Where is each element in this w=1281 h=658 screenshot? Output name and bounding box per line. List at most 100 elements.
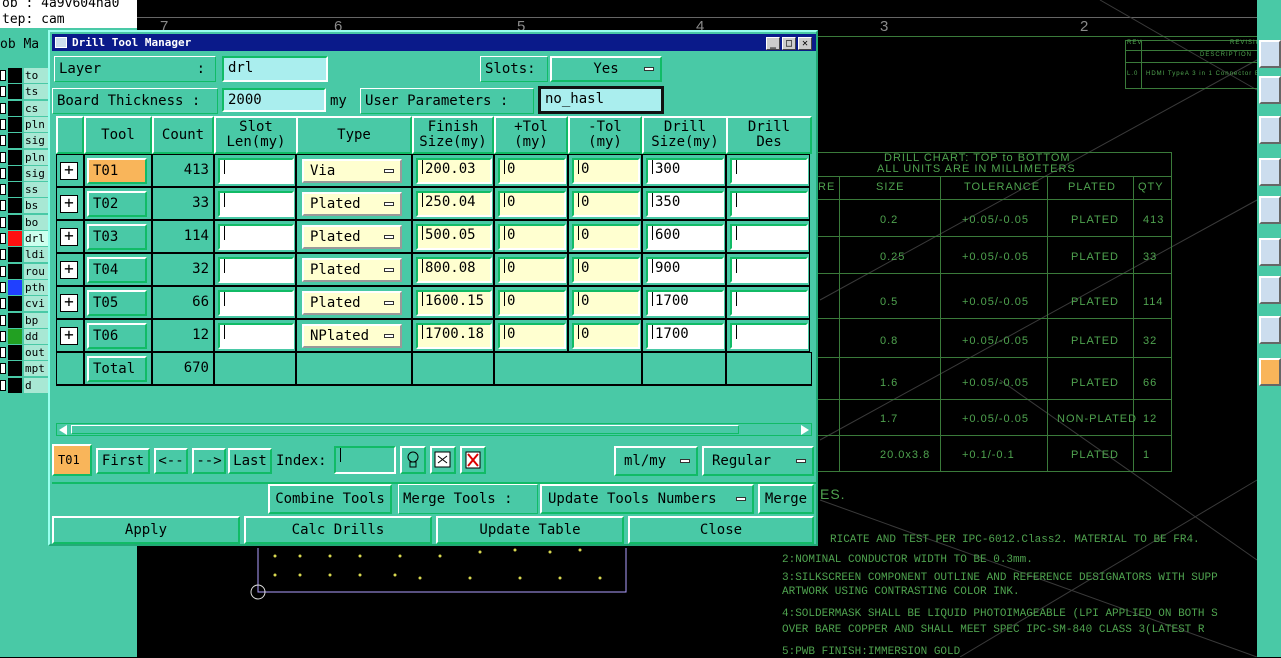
update-table-button[interactable]: Update Table [436,516,624,544]
layer-row[interactable]: sig [0,133,54,149]
layer-checkbox[interactable] [0,118,6,130]
slot-length-field[interactable] [218,257,294,283]
next-button[interactable]: --> [192,448,226,474]
drill-designator-field[interactable] [730,323,808,349]
type-dropdown[interactable]: Via [302,159,402,183]
layer-checkbox[interactable] [0,86,6,98]
layer-name[interactable]: sig [24,133,50,149]
layer-name[interactable]: ss [24,182,50,198]
layer-field[interactable]: drl [222,56,328,82]
minus-tolerance-field[interactable]: 0 [572,191,640,217]
layer-checkbox[interactable] [0,184,6,196]
maximize-icon[interactable]: □ [782,37,796,50]
merge-button[interactable]: Merge [758,484,814,514]
mode-dropdown[interactable]: Regular [702,446,814,476]
draw-icon[interactable] [1259,316,1281,344]
expand-icon[interactable]: + [60,195,78,213]
finish-size-field[interactable]: 800.08 [416,257,492,283]
layer-name[interactable]: drl [24,231,50,246]
layer-row[interactable]: sig [0,165,54,181]
bulb-icon[interactable] [400,446,426,474]
layer-checkbox[interactable] [0,102,6,114]
tool-button[interactable]: T04 [87,257,147,283]
horizontal-scrollbar[interactable] [56,423,812,436]
tool-button[interactable]: T05 [87,290,147,316]
layer-row[interactable]: pln [0,149,54,165]
layer-checkbox[interactable] [0,135,6,147]
minimize-icon[interactable]: _ [766,37,780,50]
layer-row[interactable]: bp [0,312,54,328]
layer-name[interactable]: rou [24,263,50,279]
drill-size-field[interactable]: 1700 [646,290,724,316]
layer-row[interactable]: out [0,345,54,361]
slot-length-field[interactable] [218,323,294,349]
tool-button[interactable]: T03 [87,224,147,250]
layer-checkbox[interactable] [0,347,6,359]
layer-name[interactable]: d [24,377,50,393]
layer-name[interactable]: pth [24,279,50,295]
layer-checkbox[interactable] [0,249,6,261]
plus-tolerance-field[interactable]: 0 [498,224,566,250]
slot-length-field[interactable] [218,224,294,250]
scrollbar-thumb[interactable] [71,425,739,434]
type-dropdown[interactable]: Plated [302,291,402,315]
layer-name[interactable]: cs [24,100,50,116]
drill-designator-field[interactable] [730,224,808,250]
layer-name[interactable]: mpt [24,361,50,377]
drill-size-field[interactable]: 1700 [646,323,724,349]
layer-row[interactable]: cvi [0,296,54,312]
layer-checkbox[interactable] [0,216,6,228]
layer-name[interactable]: ts [24,84,50,100]
minus-tolerance-field[interactable]: 0 [572,257,640,283]
title-bar[interactable]: Drill Tool Manager _ □ ✕ [52,34,816,51]
transform-icon[interactable] [1259,116,1281,144]
layer-row[interactable]: pln [0,116,54,132]
layer-name[interactable]: to [24,68,50,83]
finish-size-field[interactable]: 500.05 [416,224,492,250]
type-dropdown[interactable]: Plated [302,258,402,282]
combine-tools-button[interactable]: Combine Tools [268,484,392,514]
layer-checkbox[interactable] [0,151,6,163]
type-dropdown[interactable]: Plated [302,192,402,216]
drill-designator-field[interactable] [730,290,808,316]
layer-checkbox[interactable] [0,298,6,310]
layer-checkbox[interactable] [0,281,6,293]
plus-tolerance-field[interactable]: 0 [498,323,566,349]
layer-name[interactable]: out [24,345,50,361]
layer-row[interactable]: dd [0,328,54,344]
layer-row[interactable]: rou [0,263,54,279]
slot-length-field[interactable] [218,191,294,217]
layer-row[interactable]: ts [0,84,54,100]
layer-checkbox[interactable] [0,379,6,391]
refresh-icon[interactable] [430,446,456,474]
finish-size-field[interactable]: 1600.15 [416,290,492,316]
finish-size-field[interactable]: 1700.18 [416,323,492,349]
previous-button[interactable]: <-- [154,448,188,474]
drill-size-field[interactable]: 350 [646,191,724,217]
expand-icon[interactable]: + [60,162,78,180]
scroll-right-icon[interactable] [801,425,809,435]
tool-button[interactable]: T06 [87,323,147,349]
window-menu-icon[interactable] [55,37,67,48]
layer-name[interactable]: bp [24,312,50,328]
drill-designator-field[interactable] [730,158,808,184]
drill-size-field[interactable]: 300 [646,158,724,184]
measure-icon[interactable] [1259,276,1281,304]
layer-name[interactable]: dd [24,328,50,344]
layer-name[interactable]: bo [24,214,50,230]
user-parameters-field[interactable]: no_hasl [538,86,664,114]
expand-icon[interactable]: + [60,261,78,279]
layer-row[interactable]: cs [0,100,54,116]
tool-button[interactable]: T02 [87,191,147,217]
delete-icon[interactable] [460,446,486,474]
apply-button[interactable]: Apply [52,516,240,544]
layer-row[interactable]: pth [0,279,54,295]
index-field[interactable] [334,446,396,474]
scroll-left-icon[interactable] [59,425,67,435]
layer-row[interactable]: to [0,68,54,83]
drill-designator-field[interactable] [730,257,808,283]
minus-tolerance-field[interactable]: 0 [572,158,640,184]
board-thickness-field[interactable]: 2000 [222,88,326,112]
layer-checkbox[interactable] [0,314,6,326]
plus-tolerance-field[interactable]: 0 [498,290,566,316]
